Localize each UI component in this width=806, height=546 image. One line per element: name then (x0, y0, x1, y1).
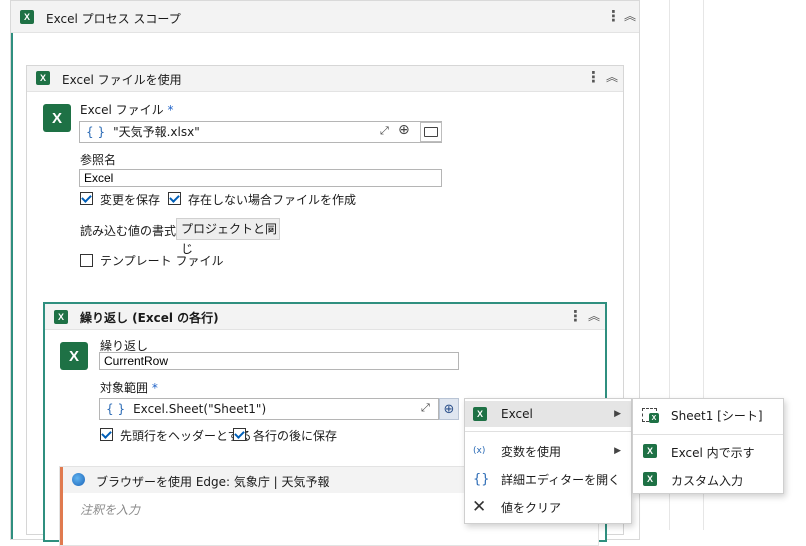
curly-braces-icon: { } (106, 402, 125, 416)
header-row-checkbox[interactable] (100, 428, 113, 441)
submenu-item-label: カスタム入力 (671, 472, 743, 489)
chevron-double-up-icon[interactable]: ︽ (624, 10, 636, 22)
save-changes-label: 変更を保存 (100, 191, 160, 208)
scope-header[interactable]: X Excel プロセス スコープ ⋮ ︽ (11, 1, 639, 33)
excel-icon: X (54, 310, 68, 324)
excel-icon: X (43, 104, 71, 132)
menu-item-label: Excel (501, 407, 533, 421)
template-file-checkbox[interactable] (80, 254, 93, 267)
save-changes-checkbox[interactable] (80, 192, 93, 205)
create-if-missing-label: 存在しない場合ファイルを作成 (188, 191, 356, 208)
excel-icon: X (20, 10, 34, 24)
variable-icon: (x) (473, 446, 487, 456)
excel-icon: X (643, 444, 657, 458)
chevron-double-up-icon[interactable]: ︽ (606, 71, 618, 83)
ref-name-input[interactable] (79, 169, 442, 187)
read-format-dropdown[interactable]: プロジェクトと同じ ⌄ (176, 218, 280, 240)
excel-submenu: X Sheet1 [シート] X Excel 内で示す X カスタム入力 (632, 398, 784, 494)
submenu-item-show-in-excel[interactable]: X Excel 内で示す (633, 439, 783, 465)
submenu-item-sheet1[interactable]: X Sheet1 [シート] (633, 402, 783, 428)
expand-icon[interactable]: ⤢ (380, 124, 389, 138)
menu-item-excel[interactable]: X Excel ▶ (465, 401, 631, 427)
submenu-item-custom-input[interactable]: X カスタム入力 (633, 467, 783, 493)
plus-circle-icon[interactable]: ⊕ (439, 398, 459, 420)
menu-item-label: 詳細エディターを開く (501, 471, 620, 488)
range-value: Excel.Sheet("Sheet1") (133, 402, 266, 416)
browser-title: ブラウザーを使用 Edge: 気象庁 | 天気予報 (96, 473, 330, 490)
browse-folder-button[interactable] (420, 122, 442, 142)
excel-icon: X (60, 342, 88, 370)
menu-item-label: 値をクリア (501, 499, 561, 516)
save-after-each-label: 各行の後に保存 (253, 427, 337, 444)
excel-icon: X (649, 413, 659, 423)
chevron-right-icon: ▶ (614, 409, 621, 419)
submenu-item-label: Sheet1 [シート] (671, 407, 763, 424)
header-row-label: 先頭行をヘッダーとする (120, 427, 252, 444)
menu-item-clear-value[interactable]: ✕ 値をクリア (465, 494, 631, 520)
ref-name-label: 参照名 (80, 151, 116, 168)
chevron-down-icon: ⌄ (267, 219, 275, 239)
excel-file-label: Excel ファイル * (80, 101, 173, 118)
chevron-right-icon: ▶ (614, 446, 621, 456)
edge-icon (72, 473, 85, 486)
scope-title: Excel プロセス スコープ (46, 10, 181, 27)
expand-icon[interactable]: ⤢ (421, 401, 430, 415)
more-vertical-icon[interactable]: ⋮ (586, 70, 601, 85)
curly-braces-icon: {} (473, 472, 487, 487)
menu-item-label: 変数を使用 (501, 443, 561, 460)
excel-icon: X (643, 472, 657, 486)
submenu-item-label: Excel 内で示す (671, 444, 755, 461)
range-field[interactable]: { } Excel.Sheet("Sheet1") (99, 398, 439, 420)
loop-header[interactable]: X 繰り返し (Excel の各行) ⋮ ︽ (45, 304, 605, 330)
menu-divider (465, 431, 631, 432)
each-variable-input[interactable] (99, 352, 459, 370)
more-vertical-icon[interactable]: ⋮ (606, 9, 621, 24)
create-if-missing-checkbox[interactable] (168, 192, 181, 205)
read-format-label: 読み込む値の書式 (80, 222, 176, 239)
excel-file-value: "天気予報.xlsx" (113, 125, 200, 139)
annotation-placeholder[interactable]: 注釈を入力 (80, 501, 140, 518)
more-vertical-icon[interactable]: ⋮ (568, 309, 583, 324)
context-menu: X Excel ▶ (x) 変数を使用 ▶ {} 詳細エディターを開く ✕ 値を… (464, 398, 632, 524)
use-excel-header[interactable]: X Excel ファイルを使用 ⋮ ︽ (27, 66, 623, 92)
scope-accent-bar (11, 1, 13, 539)
menu-item-use-variable[interactable]: (x) 変数を使用 ▶ (465, 438, 631, 464)
curly-braces-icon: { } (86, 125, 105, 139)
save-after-each-checkbox[interactable] (233, 428, 246, 441)
use-excel-title: Excel ファイルを使用 (62, 71, 182, 88)
close-icon: ✕ (472, 499, 486, 516)
chevron-double-up-icon[interactable]: ︽ (588, 310, 600, 322)
excel-icon: X (36, 71, 50, 85)
folder-icon (424, 127, 438, 137)
menu-divider (633, 434, 783, 435)
plus-circle-icon[interactable]: ⊕ (398, 122, 410, 138)
excel-icon: X (473, 407, 487, 421)
menu-item-advanced-editor[interactable]: {} 詳細エディターを開く (465, 466, 631, 492)
range-label: 対象範囲 * (100, 379, 158, 396)
template-file-label: テンプレート ファイル (100, 252, 223, 269)
loop-title: 繰り返し (Excel の各行) (80, 309, 219, 326)
